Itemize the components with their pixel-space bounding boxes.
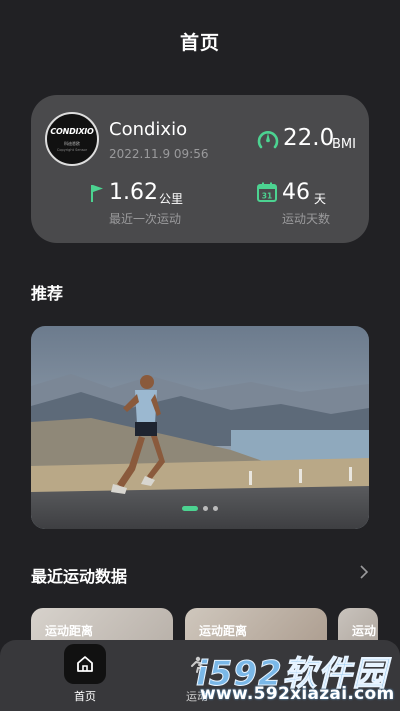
pagination-dot[interactable]	[213, 506, 218, 511]
profile-card[interactable]: CONDIXIO 科迪悉欧 Copyright Sensor Condixio …	[31, 95, 369, 243]
logo-copyright: Copyright Sensor	[56, 147, 88, 152]
logo-subtext: 科迪悉欧	[64, 140, 80, 146]
home-icon	[77, 656, 93, 672]
recent-data-title: 最近运动数据	[31, 567, 128, 586]
nav-sport-label[interactable]: 运动	[186, 688, 208, 704]
card-label: 运动距离	[45, 624, 94, 638]
page-title: 首页	[179, 32, 220, 54]
exercise-days-unit: 天	[314, 192, 327, 206]
last-distance-unit: 公里	[159, 192, 184, 206]
nav-home-label[interactable]: 首页	[64, 688, 106, 704]
last-sync-date: 2022.11.9 09:56	[109, 147, 209, 161]
exercise-days-value: 46	[282, 180, 310, 205]
recommend-title: 推荐	[31, 284, 64, 303]
card-label: 运动距离	[199, 624, 248, 638]
bottom-nav: 首页 运动	[0, 640, 400, 711]
pagination-dot-active[interactable]	[182, 506, 198, 511]
flag-icon	[91, 185, 103, 202]
bmi-unit: BMI	[332, 137, 356, 152]
pagination-dot[interactable]	[203, 506, 208, 511]
sport-icon[interactable]	[188, 656, 206, 676]
calendar-icon: 31	[257, 182, 277, 202]
banner-pagination	[31, 506, 369, 511]
bmi-value: 22.0	[283, 125, 335, 151]
logo-text: CONDIXIO	[50, 126, 94, 136]
exercise-days-label: 运动天数	[282, 212, 331, 226]
banner-image	[31, 326, 369, 529]
card-label: 运动	[352, 624, 377, 638]
user-name: Condixio	[109, 119, 188, 140]
brand-logo: CONDIXIO 科迪悉欧 Copyright Sensor	[45, 112, 99, 166]
chevron-right-icon[interactable]	[358, 564, 370, 580]
bmi-gauge-icon	[257, 131, 279, 149]
last-distance-label: 最近一次运动	[109, 212, 182, 226]
nav-home-button[interactable]	[64, 644, 106, 684]
recommend-banner[interactable]	[31, 326, 369, 529]
calendar-day-number: 31	[262, 192, 272, 201]
last-distance-value: 1.62	[109, 180, 158, 205]
